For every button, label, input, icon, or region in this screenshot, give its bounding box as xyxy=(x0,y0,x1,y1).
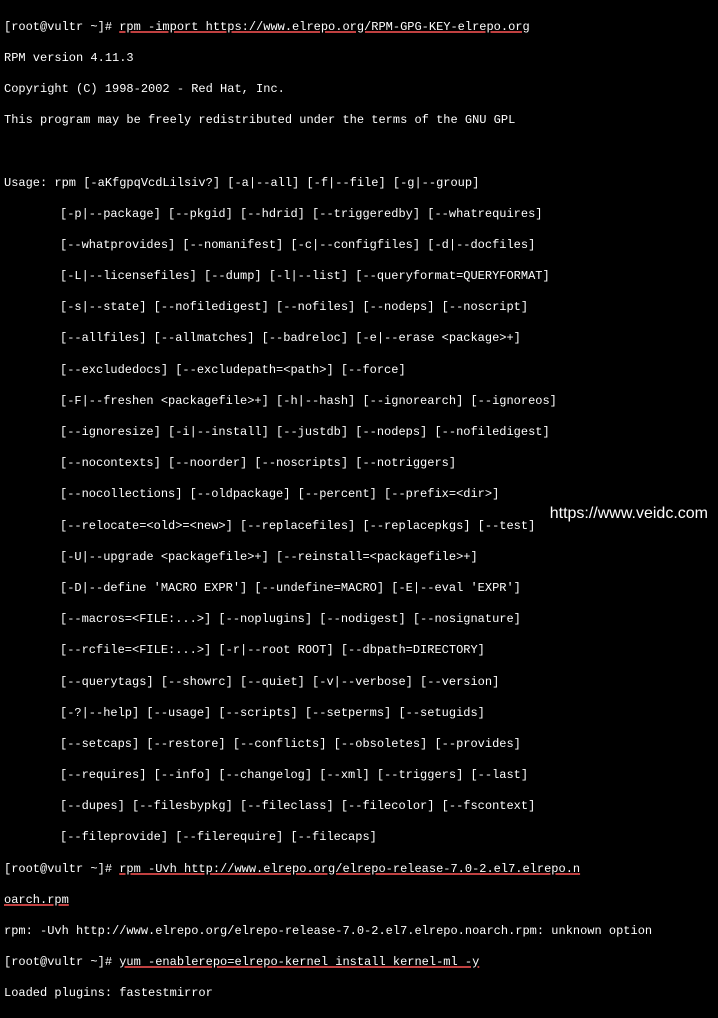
usage-line: [--whatprovides] [--nomanifest] [-c|--co… xyxy=(4,238,714,254)
usage-line: [-U|--upgrade <packagefile>+] [--reinsta… xyxy=(4,550,714,566)
usage-line: [-L|--licensefiles] [--dump] [-l|--list]… xyxy=(4,269,714,285)
watermark-text: https://www.veidc.com xyxy=(550,504,708,525)
shell-prompt: [root@vultr ~]# xyxy=(4,955,119,969)
usage-line: [-D|--define 'MACRO EXPR'] [--undefine=M… xyxy=(4,581,714,597)
usage-line: [--setcaps] [--restore] [--conflicts] [-… xyxy=(4,737,714,753)
usage-line: [--requires] [--info] [--changelog] [--x… xyxy=(4,768,714,784)
command-input-cont: oarch.rpm xyxy=(4,893,69,907)
usage-line: [--rcfile=<FILE:...>] [-r|--root ROOT] [… xyxy=(4,643,714,659)
usage-line: [-p|--package] [--pkgid] [--hdrid] [--tr… xyxy=(4,207,714,223)
usage-header: Usage: rpm [-aKfgpqVcdLilsiv?] [-a|--all… xyxy=(4,176,714,192)
usage-line: [--excludedocs] [--excludepath=<path>] [… xyxy=(4,363,714,379)
shell-prompt: [root@vultr ~]# xyxy=(4,862,119,876)
usage-line: [--allfiles] [--allmatches] [--badreloc]… xyxy=(4,331,714,347)
usage-line: [--ignoresize] [-i|--install] [--justdb]… xyxy=(4,425,714,441)
shell-prompt: [root@vultr ~]# xyxy=(4,20,119,34)
error-line: rpm: -Uvh http://www.elrepo.org/elrepo-r… xyxy=(4,924,714,940)
output-line: Copyright (C) 1998-2002 - Red Hat, Inc. xyxy=(4,82,714,98)
usage-line: [-s|--state] [--nofiledigest] [--nofiles… xyxy=(4,300,714,316)
usage-line: [--querytags] [--showrc] [--quiet] [-v|-… xyxy=(4,675,714,691)
command-input: rpm -Uvh http://www.elrepo.org/elrepo-re… xyxy=(119,862,580,876)
output-line: This program may be freely redistributed… xyxy=(4,113,714,129)
output-line: Loaded plugins: fastestmirror xyxy=(4,986,714,1002)
command-input: yum -enablerepo=elrepo-kernel install ke… xyxy=(119,955,479,969)
output-line: RPM version 4.11.3 xyxy=(4,51,714,67)
usage-line: [-?|--help] [--usage] [--scripts] [--set… xyxy=(4,706,714,722)
command-input: rpm -import https://www.elrepo.org/RPM-G… xyxy=(119,20,529,34)
usage-line: [--dupes] [--filesbypkg] [--fileclass] [… xyxy=(4,799,714,815)
usage-line: [--macros=<FILE:...>] [--noplugins] [--n… xyxy=(4,612,714,628)
usage-line: [--fileprovide] [--filerequire] [--filec… xyxy=(4,830,714,846)
usage-line: [--nocontexts] [--noorder] [--noscripts]… xyxy=(4,456,714,472)
usage-line: [-F|--freshen <packagefile>+] [-h|--hash… xyxy=(4,394,714,410)
usage-line: [--nocollections] [--oldpackage] [--perc… xyxy=(4,487,714,503)
